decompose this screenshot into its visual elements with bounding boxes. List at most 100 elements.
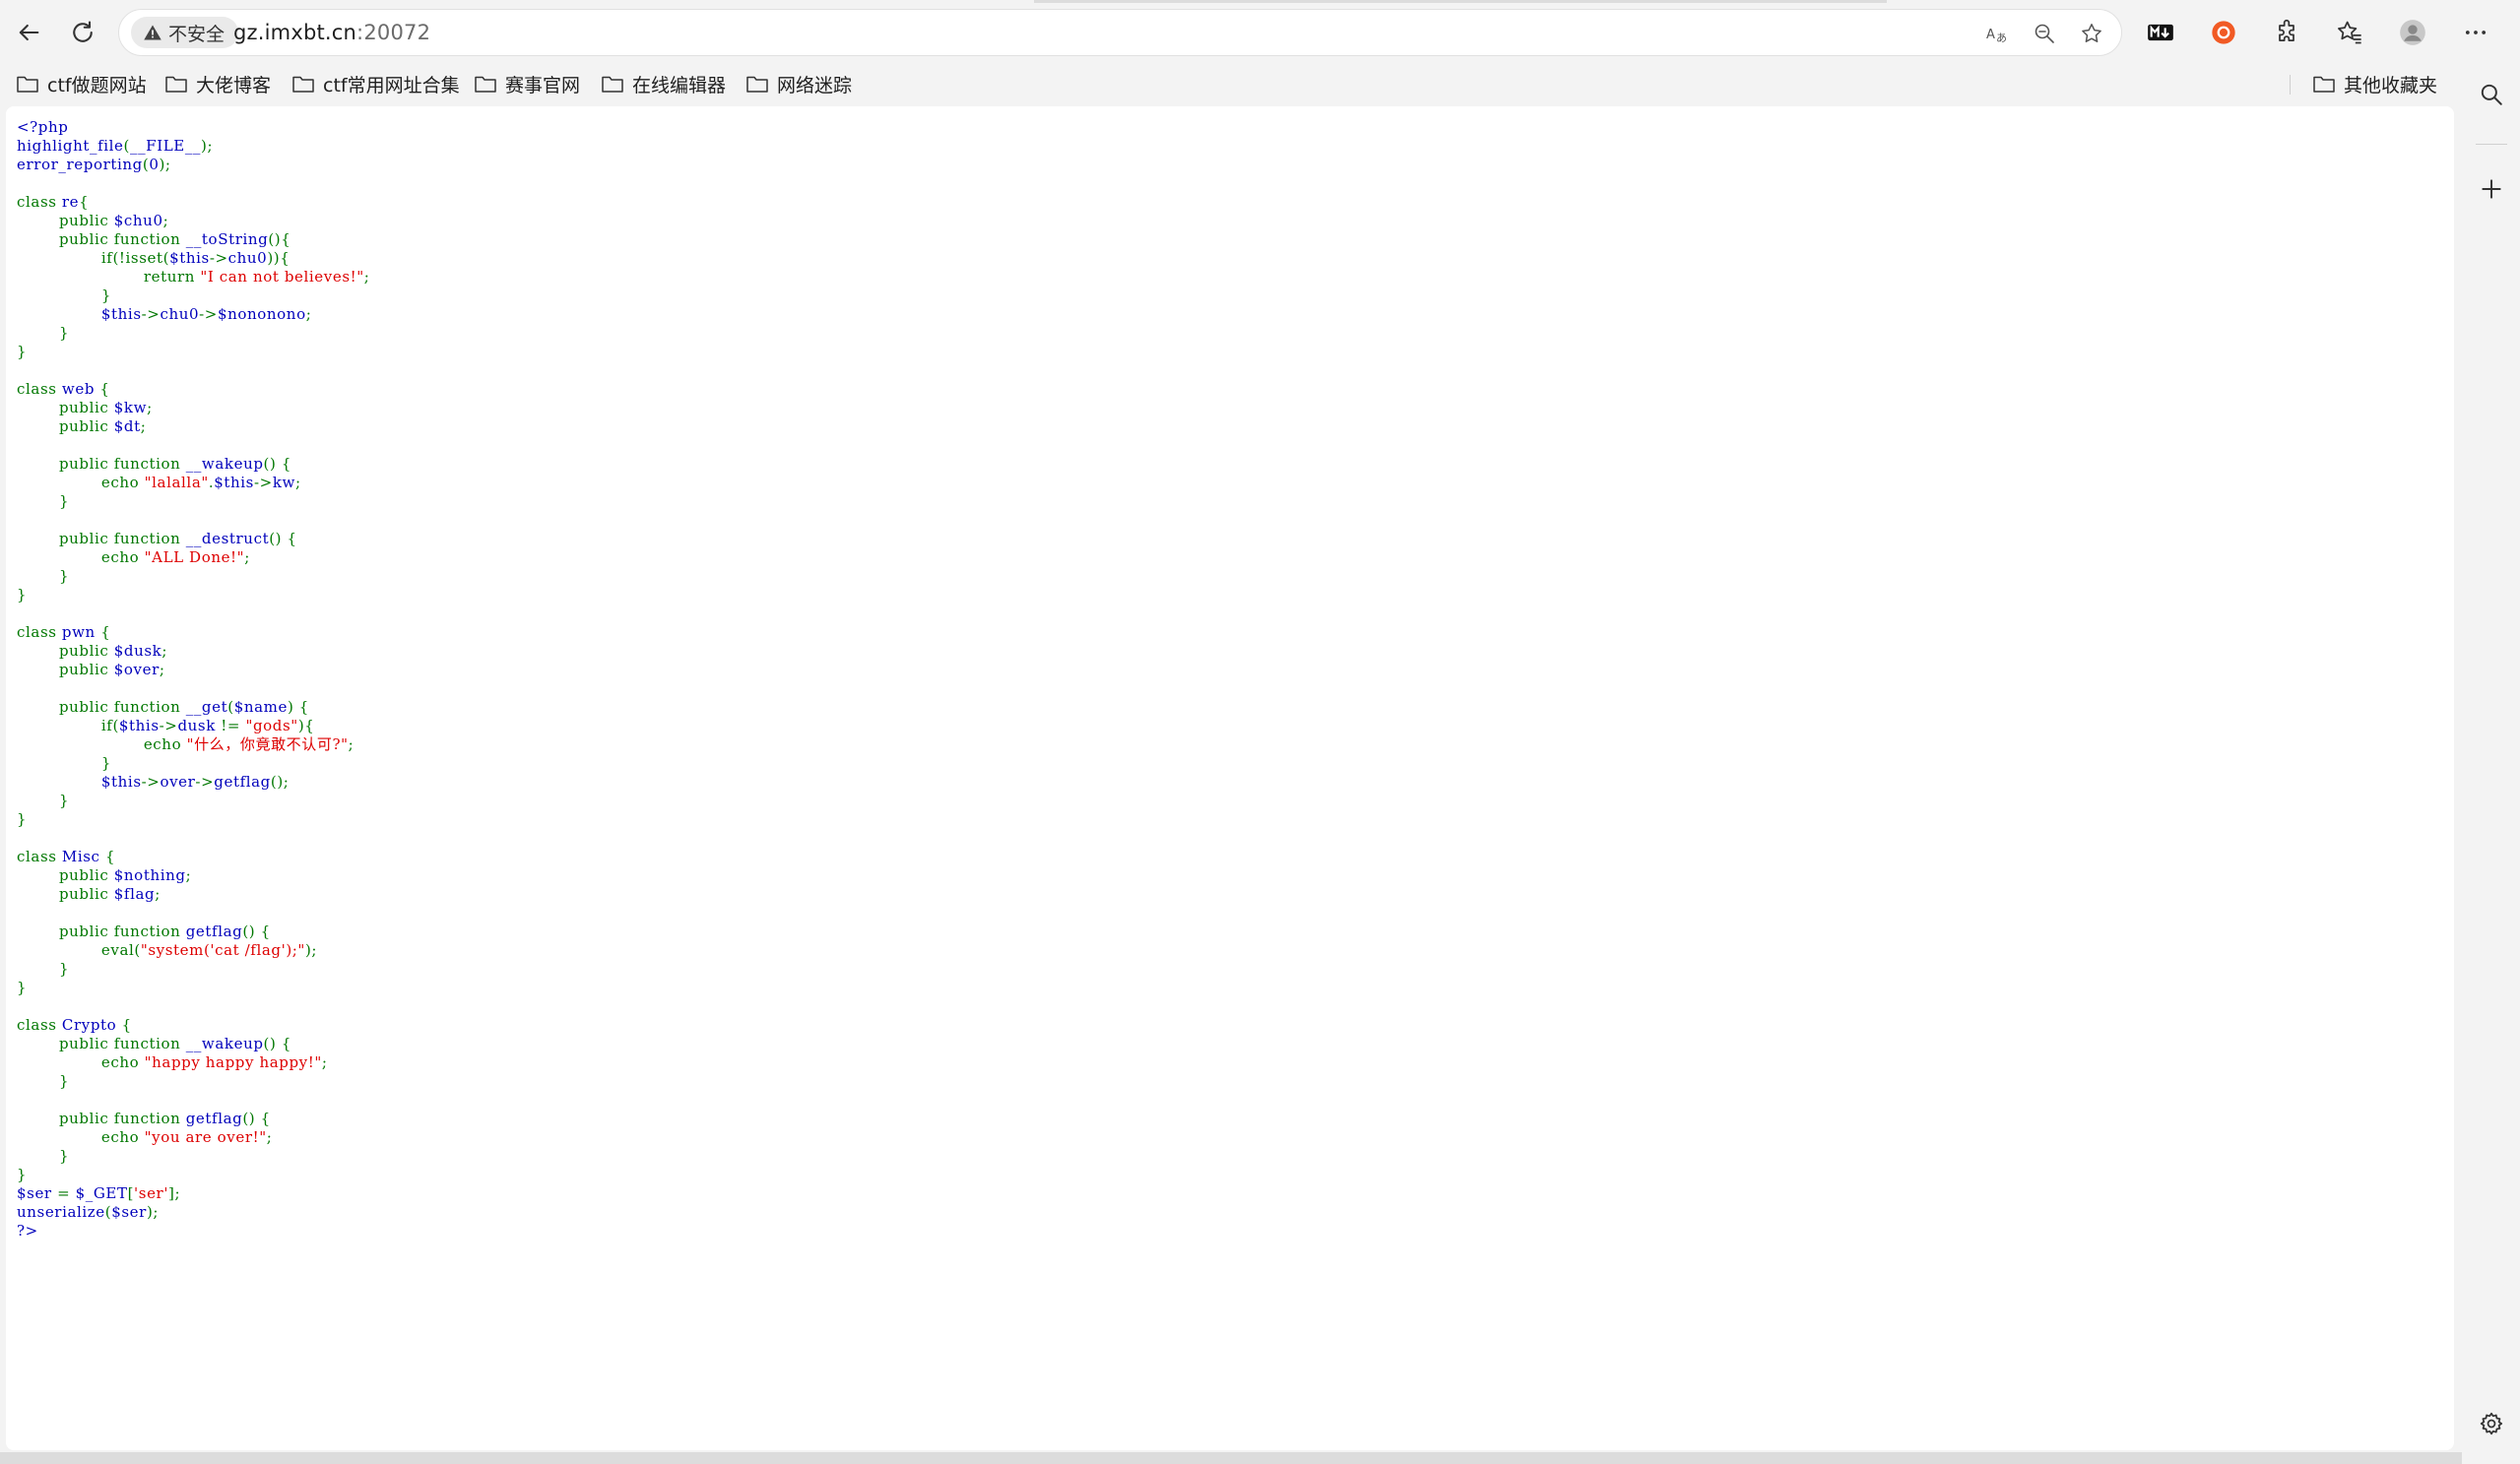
code-token: { (121, 1016, 132, 1034)
code-line: class Crypto { (17, 1016, 132, 1034)
bookmark-folder-osint[interactable]: 网络迷踪 (745, 69, 852, 98)
code-token: ); (159, 156, 171, 173)
code-line: public $chu0; (17, 212, 168, 229)
bookmark-folder-blogs[interactable]: 大佬博客 (164, 69, 271, 98)
bookmark-folder-ctf-links[interactable]: ctf常用网址合集 (291, 69, 460, 98)
code-line: } (17, 979, 27, 996)
browser-toolbar: 不安全 gz.imxbt.cn:20072 Aあ (0, 0, 2520, 65)
sidebar-add-button[interactable] (2472, 169, 2511, 209)
sidebar-settings-button[interactable] (2472, 1404, 2511, 1443)
avatar-icon (2400, 20, 2425, 45)
code-token: __wakeup (185, 455, 264, 473)
code-token: () { (263, 1035, 291, 1052)
profile-button[interactable] (2391, 11, 2434, 54)
code-token: { (104, 848, 116, 865)
code-token: $name (233, 698, 288, 716)
more-menu-button[interactable] (2454, 11, 2497, 54)
zoom-button[interactable] (2029, 18, 2060, 49)
code-token: <?php (17, 118, 69, 136)
code-token: $flag (113, 885, 156, 903)
code-token: } (17, 586, 28, 604)
code-token: unserialize (17, 1203, 105, 1221)
code-line: return "I can not believes!"; (17, 268, 369, 286)
code-line: } (17, 343, 27, 360)
code-token: __destruct (185, 530, 270, 547)
folder-icon (292, 76, 314, 93)
code-token: class (17, 848, 62, 865)
code-token: 0 (149, 156, 160, 173)
code-line: highlight_file(__FILE__); (17, 137, 213, 155)
extensions-button[interactable] (2265, 11, 2308, 54)
code-token: __FILE__ (129, 137, 202, 155)
bookmark-label: 网络迷踪 (777, 74, 853, 96)
code-token: } (17, 324, 70, 342)
code-token: $ser (111, 1203, 147, 1221)
favorites-button[interactable] (2328, 11, 2371, 54)
code-token: class (17, 1016, 62, 1034)
code-line: if(!isset($this->chu0)){ (17, 249, 290, 267)
url-text[interactable]: gz.imxbt.cn:20072 (233, 21, 430, 44)
code-line: } (17, 586, 27, 604)
back-button[interactable] (6, 10, 51, 55)
code-line: } (17, 567, 69, 585)
code-token: "lalalla" (144, 474, 209, 491)
code-token: public (17, 417, 114, 435)
code-token: ; (305, 305, 312, 323)
bookmarks-bar: ctf做题网站 大佬博客 ctf常用网址合集 赛事官网 在线编辑器 网络迷踪 其… (0, 65, 2462, 102)
code-token: (); (270, 773, 290, 791)
sidebar-search-button[interactable] (2472, 75, 2511, 114)
code-line: public $nothing; (17, 866, 191, 884)
record-icon (2212, 21, 2235, 44)
code-token: "gods" (245, 717, 298, 734)
code-token: public function (17, 923, 186, 940)
code-line: public function __wakeup() { (17, 1035, 291, 1052)
markdown-extension-button[interactable] (2139, 11, 2182, 54)
code-token: error_reporting (17, 156, 143, 173)
code-token: -> (195, 773, 215, 791)
address-bar[interactable]: 不安全 gz.imxbt.cn:20072 Aあ (118, 9, 2122, 56)
php-source-code: <?php highlight_file(__FILE__); error_re… (17, 118, 369, 1241)
reload-button[interactable] (60, 10, 105, 55)
code-token: highlight_file (17, 137, 124, 155)
code-token: public function (17, 698, 186, 716)
url-host: gz.imxbt.cn (233, 21, 357, 44)
code-token: ; (162, 642, 168, 660)
code-token: ); (201, 137, 214, 155)
bookmark-folder-contests[interactable]: 赛事官网 (474, 69, 580, 98)
code-token: class (17, 623, 62, 641)
code-line: if($this->dusk != "gods"){ (17, 717, 314, 734)
code-line: } (17, 960, 69, 978)
address-bar-actions: Aあ (1981, 18, 2107, 49)
bookmark-folder-other[interactable]: 其他收藏夹 (2312, 69, 2437, 98)
code-token: $ser (17, 1184, 58, 1202)
search-icon (2481, 84, 2502, 105)
code-token: { (100, 623, 111, 641)
code-token: getflag (214, 773, 271, 791)
code-token: $this (118, 717, 160, 734)
security-indicator[interactable]: 不安全 (131, 17, 239, 48)
code-token: ); (146, 1203, 160, 1221)
translate-button[interactable]: Aあ (1981, 18, 2013, 49)
code-line: } (17, 286, 111, 304)
code-token: "I can not believes!" (200, 268, 364, 286)
code-token: $this (100, 773, 142, 791)
code-token: echo (17, 1128, 145, 1146)
code-token: ){ (297, 717, 315, 734)
code-token: chu0 (227, 249, 268, 267)
warning-icon (144, 25, 162, 40)
bookmark-folder-ctf-sites[interactable]: ctf做题网站 (16, 69, 147, 98)
bookmark-folder-editors[interactable]: 在线编辑器 (601, 69, 726, 98)
code-token: public (17, 399, 114, 416)
code-line: } (17, 492, 69, 510)
code-token: } (17, 960, 70, 978)
toolbar-actions (2139, 11, 2520, 54)
code-token: -> (199, 305, 218, 323)
code-token: echo (17, 474, 145, 491)
code-token: return (17, 268, 201, 286)
code-token: class (17, 380, 62, 398)
code-token: -> (141, 305, 161, 323)
record-extension-button[interactable] (2202, 11, 2245, 54)
code-token: ; (348, 735, 355, 753)
favorite-button[interactable] (2076, 18, 2107, 49)
code-token: __toString (185, 230, 269, 248)
